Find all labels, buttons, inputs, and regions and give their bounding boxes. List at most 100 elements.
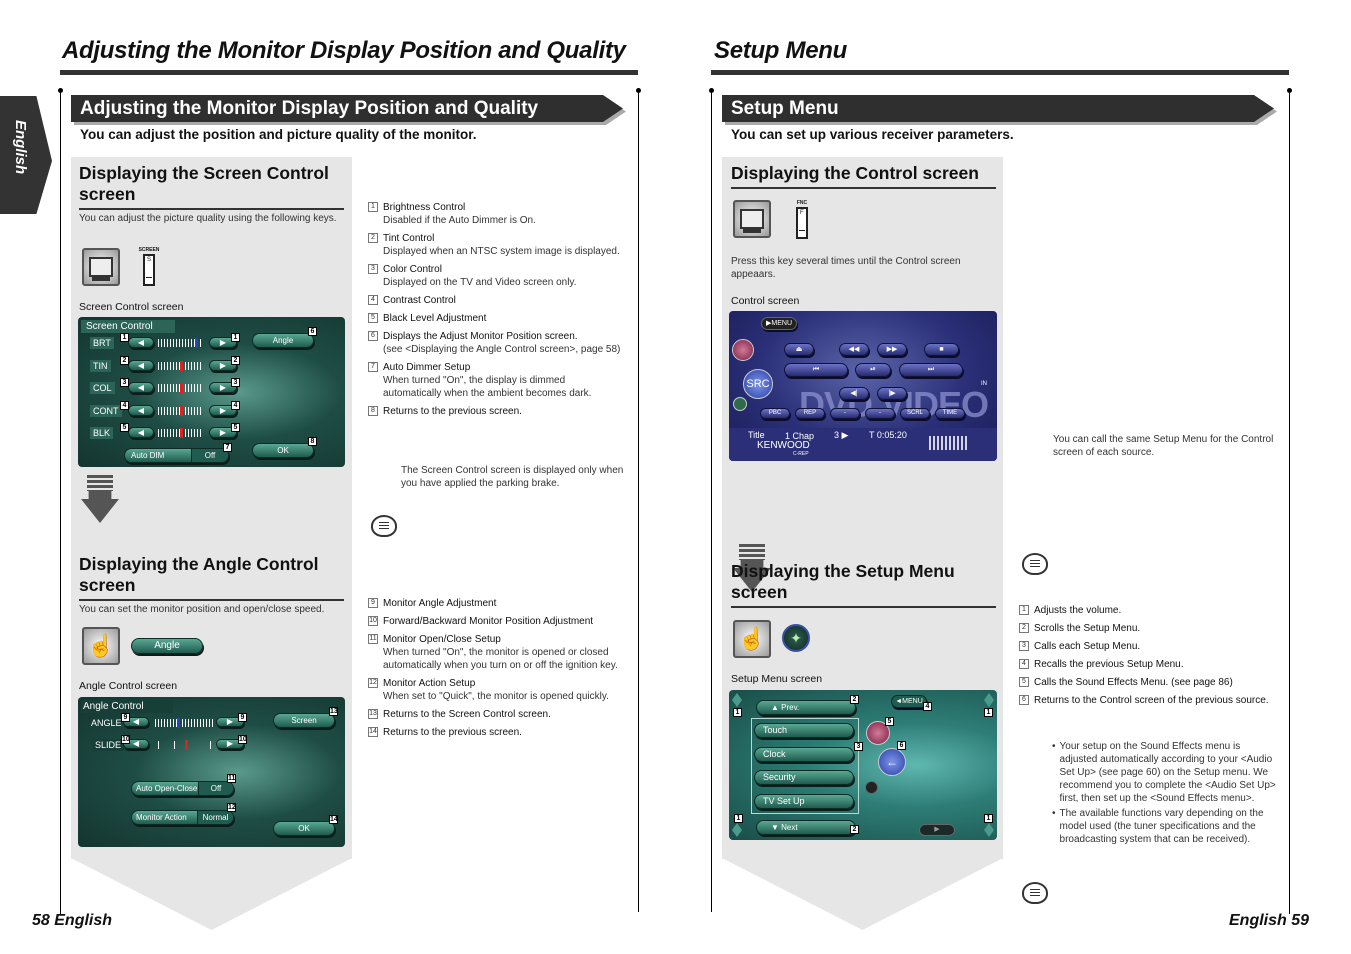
angle-control-screenshot: Angle Control ANGLE ◀ ▶ 9 9 SLIDE ◀ ▶ 10… — [78, 697, 345, 847]
right-lead-text: You can set up various receiver paramete… — [731, 127, 1014, 142]
monitor-action-button[interactable]: Monitor Action Normal — [131, 810, 234, 825]
setup-menu-item[interactable]: TV Set Up — [754, 793, 854, 809]
callout-8: 8 — [308, 437, 317, 446]
decrease-button[interactable]: ◀ — [128, 382, 154, 393]
monitor-key-icon-right — [733, 200, 771, 238]
slow-reverse-button[interactable]: ◀| — [839, 387, 869, 400]
angle-control-title: Angle Control — [81, 700, 173, 713]
left-title-rule — [60, 70, 638, 75]
screen-control-screenshot: Screen Control BRT ◀ ▶ 1 1 TIN ◀ ▶ 2 2 COL… — [78, 317, 345, 467]
level-marker — [179, 360, 183, 371]
item-number: 11 — [368, 634, 378, 644]
list-item: 3 Color Control Displayed on the TV and Vi… — [368, 263, 626, 289]
slide-marker — [184, 740, 188, 750]
callout-1: 1 — [120, 333, 129, 342]
slow-forward-button[interactable]: |▶ — [877, 387, 907, 400]
eject-button[interactable]: ⏏ — [784, 343, 814, 356]
callout-10: 10 — [121, 735, 130, 744]
right-section-banner: Setup Menu — [722, 95, 1274, 122]
track-number: 3 — [834, 430, 840, 440]
src-button[interactable]: SRC — [743, 369, 773, 399]
item-title: Returns to the Screen Control screen. — [383, 709, 551, 720]
function-button[interactable]: - — [830, 408, 860, 419]
setup-menu-caption: Setup Menu screen — [731, 673, 823, 685]
volume-up-left-icon[interactable] — [732, 693, 742, 707]
callout-5b: 5 — [231, 423, 240, 432]
previous-track-button[interactable]: ⏮ — [784, 363, 848, 377]
next-track-button[interactable]: ⏭ — [899, 363, 963, 377]
callout-4: 4 — [120, 400, 129, 410]
list-item: 10 Forward/Backward Monitor Position Adju… — [368, 615, 626, 628]
prev-button[interactable]: ▲ Prev. — [756, 700, 856, 715]
sound-effects-button[interactable] — [732, 339, 754, 361]
callout-1a: 1 — [733, 708, 742, 717]
right-panel-arrow — [722, 858, 1003, 930]
time-value: T 0:05:20 — [869, 430, 907, 440]
callout-7: 7 — [223, 443, 232, 452]
function-button[interactable]: PBC — [760, 408, 790, 419]
callout-6-setup: 6 — [897, 741, 906, 750]
fast-forward-button[interactable]: ▶▶ — [877, 343, 907, 356]
note-icon — [371, 515, 397, 537]
function-button[interactable]: SCRL — [900, 408, 930, 419]
setup-note-2: The available functions vary depending o… — [1059, 808, 1264, 845]
list-item: 1 Brightness Control Disabled if the Auto … — [368, 201, 626, 227]
setup-menu-item[interactable]: Clock — [754, 746, 854, 762]
auto-dim-button[interactable]: Auto DIM Off — [124, 448, 229, 463]
item-title: Monitor Open/Close Setup — [383, 634, 501, 645]
callout-1c: 1 — [734, 814, 743, 823]
angle-ok-button[interactable]: OK — [273, 821, 335, 836]
row-label-cont: CONT — [90, 404, 122, 417]
stop-button[interactable]: ■ — [924, 343, 959, 356]
list-item: 6 Displays the Adjust Monitor Position sc… — [368, 330, 626, 356]
angle-button[interactable]: Angle — [252, 333, 314, 348]
callout-6: 6 — [308, 327, 317, 336]
angle-slider[interactable] — [155, 719, 213, 727]
setup-wrench-button[interactable] — [733, 397, 747, 411]
volume-down-left-icon[interactable] — [732, 823, 742, 837]
function-button[interactable]: REP — [795, 408, 825, 419]
menu-back-button[interactable]: ◄MENU — [891, 695, 927, 708]
volume-up-right-icon[interactable] — [984, 693, 994, 707]
callout-1b: 1 — [231, 333, 240, 342]
list-item: 8 Returns to the previous screen. — [368, 405, 626, 418]
play-pause-button[interactable]: ⏯ — [855, 363, 891, 377]
item-title: Scrolls the Setup Menu. — [1034, 623, 1141, 634]
angle-key-button[interactable]: Angle — [131, 638, 203, 654]
screen-button[interactable]: Screen — [273, 713, 335, 728]
return-to-source-button[interactable]: ← — [878, 748, 906, 776]
decrease-button[interactable]: ◀ — [128, 359, 154, 371]
auto-open-close-value: Off — [198, 782, 233, 795]
control-screenshot: DVD VIDEO ▶MENU SRC ⏏ ◀◀ ▶▶ ■ ⏮ ⏯ ⏭ ◀| |… — [729, 311, 997, 461]
function-button[interactable]: - — [865, 408, 895, 419]
auto-open-close-label: Auto Open-Close — [136, 784, 198, 793]
decrease-button[interactable]: ◀ — [128, 337, 154, 348]
item-title: Calls the Sound Effects Menu. (see page … — [1034, 677, 1233, 688]
auto-dim-label: Auto DIM — [131, 451, 165, 460]
item-number: 3 — [1019, 641, 1029, 651]
item-title: Calls each Setup Menu. — [1034, 641, 1141, 652]
callout-14: 14 — [329, 815, 338, 824]
menu-button[interactable]: ▶MENU — [761, 317, 797, 330]
decrease-button[interactable]: ◀ — [128, 404, 154, 416]
language-tab-label: English — [12, 120, 29, 175]
callout-11: 11 — [227, 774, 236, 783]
auto-open-close-button[interactable]: Auto Open-Close Off — [131, 781, 234, 796]
angle-control-heading: Displaying the Angle Control screen — [79, 554, 344, 601]
list-item: 6 Returns to the Control screen of the pr… — [1019, 694, 1281, 707]
ok-button[interactable]: OK — [252, 443, 314, 458]
setup-wrench-icon: ✦ — [782, 624, 810, 652]
volume-down-right-icon[interactable] — [984, 823, 994, 837]
play-button[interactable]: ▶ — [919, 824, 955, 836]
control-screen-heading: Displaying the Control screen — [731, 163, 996, 189]
next-button[interactable]: ▼ Next — [756, 820, 856, 835]
item-title: Black Level Adjustment — [383, 313, 487, 324]
setup-menu-item[interactable]: Security — [754, 770, 854, 785]
setup-menu-item[interactable]: Touch — [754, 723, 854, 738]
function-button[interactable]: TIME — [935, 408, 965, 419]
list-item: 7 Auto Dimmer Setup When turned "On", the … — [368, 361, 626, 400]
decrease-button[interactable]: ◀ — [128, 427, 154, 438]
item-title: Brightness Control — [383, 202, 466, 213]
item-number: 10 — [368, 616, 378, 626]
rewind-button[interactable]: ◀◀ — [839, 343, 869, 356]
